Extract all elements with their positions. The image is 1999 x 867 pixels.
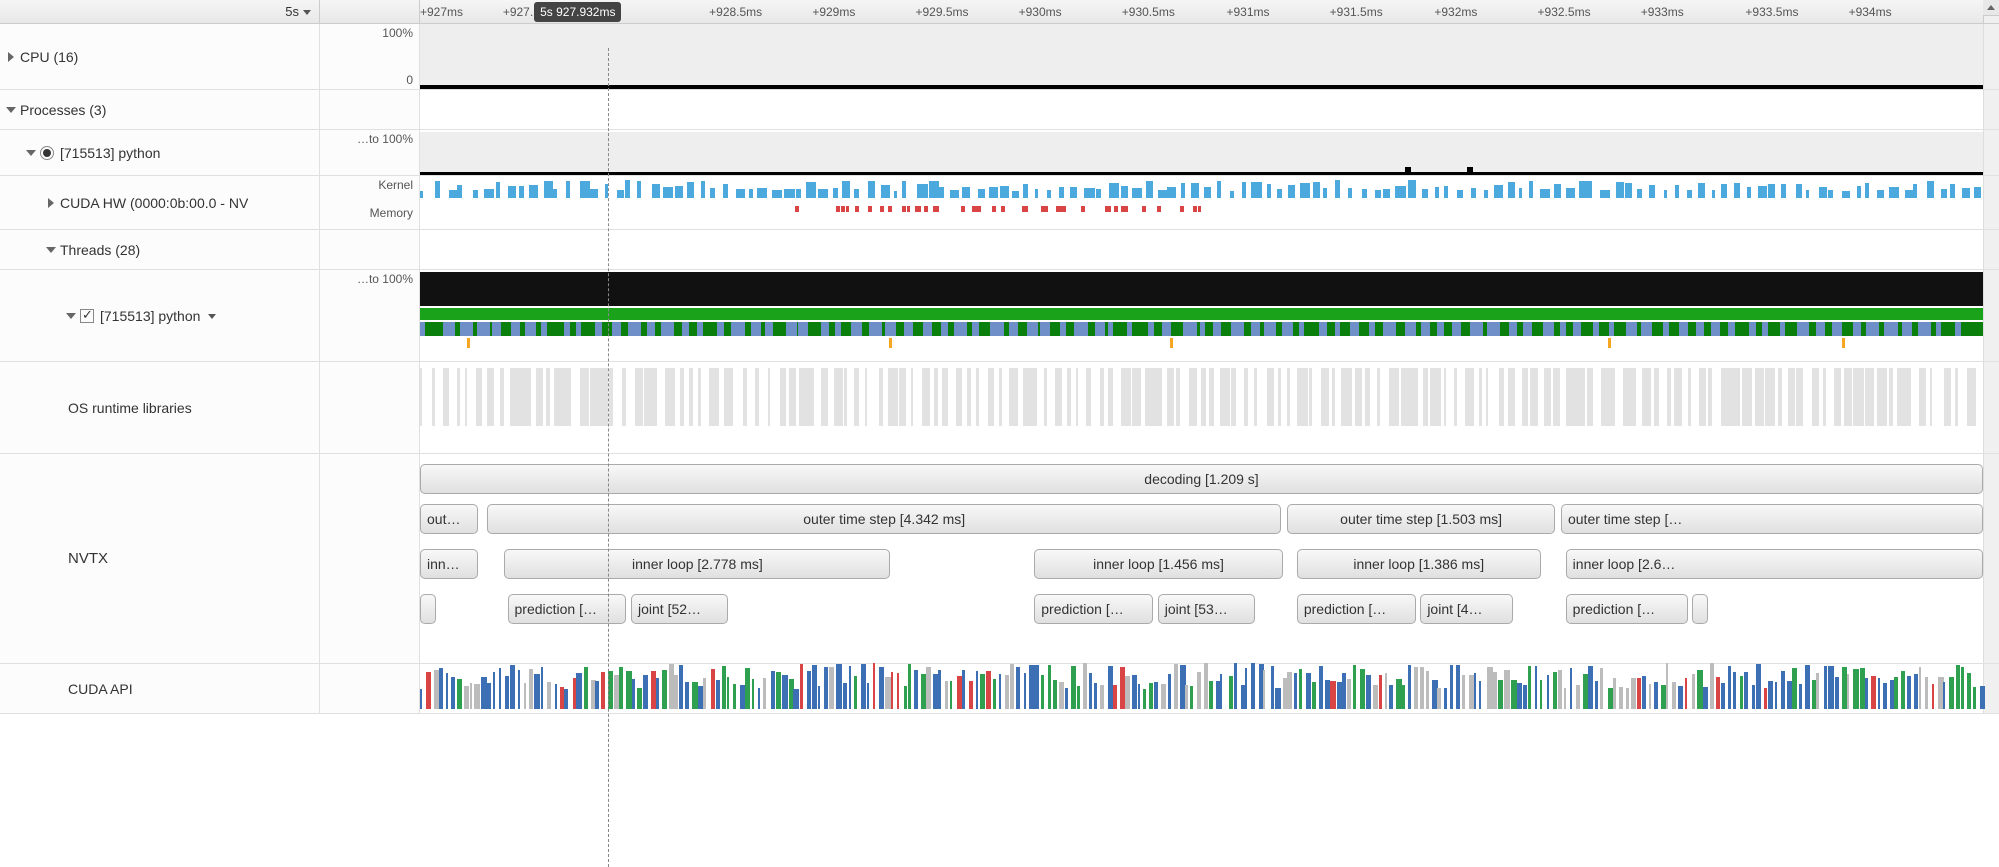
cuda-hw-graph[interactable]: [420, 176, 1983, 229]
nvtx-range[interactable]: [420, 594, 436, 624]
time-tick: +928.5ms: [709, 0, 762, 23]
nvtx-range[interactable]: joint [53…: [1158, 594, 1255, 624]
tree-threads[interactable]: Threads (28): [0, 230, 320, 269]
ruler-gap: [320, 0, 420, 23]
nvtx-range[interactable]: prediction […: [508, 594, 627, 624]
time-unit-label: 5s: [285, 4, 299, 19]
nvtx-timeline[interactable]: decoding [1.209 s] out… outer time step [4…: [420, 454, 1983, 663]
time-unit-dropdown[interactable]: 5s: [0, 0, 320, 23]
thread-axis: …to 100%: [320, 270, 420, 361]
os-runtime-graph[interactable]: [420, 362, 1983, 453]
chevron-right-icon: [48, 198, 54, 208]
nvtx-range[interactable]: prediction […: [1297, 594, 1416, 624]
chevron-down-icon: [299, 4, 311, 19]
cuda-api-graph[interactable]: [420, 664, 1983, 713]
nvtx-range[interactable]: outer time step [1.503 ms]: [1287, 504, 1554, 534]
tree-process-python[interactable]: [715513] python: [0, 130, 320, 175]
chevron-down-icon: [46, 247, 56, 253]
cpu-graph[interactable]: [420, 24, 1983, 89]
threads-spacer[interactable]: [420, 230, 1983, 269]
nvtx-range[interactable]: inn…: [420, 549, 478, 579]
time-tick: +927ms: [420, 0, 463, 23]
process-cpu-graph[interactable]: [420, 130, 1983, 175]
time-tick: +932.5ms: [1538, 0, 1591, 23]
time-ruler[interactable]: 5s 927.932ms +927ms+927.5ms+928.5ms+929m…: [420, 0, 1983, 23]
time-tick: +929.5ms: [915, 0, 968, 23]
cuda-hw-axis: Kernel Memory: [320, 176, 420, 229]
nvtx-range[interactable]: joint [52…: [631, 594, 728, 624]
tree-cpu[interactable]: CPU (16): [0, 24, 320, 89]
tree-cuda-hw[interactable]: CUDA HW (0000:0b:00.0 - NV: [0, 176, 320, 229]
nvtx-range[interactable]: outer time step [4.342 ms]: [487, 504, 1281, 534]
time-tick: +933.5ms: [1745, 0, 1798, 23]
time-tick: +933ms: [1641, 0, 1684, 23]
nvtx-range[interactable]: prediction […: [1034, 594, 1153, 624]
tree-cuda-api[interactable]: CUDA API: [0, 664, 320, 713]
nvtx-range[interactable]: joint [4…: [1420, 594, 1512, 624]
tree-processes[interactable]: Processes (3): [0, 90, 320, 129]
nvtx-range[interactable]: out…: [420, 504, 478, 534]
time-tick: +931ms: [1227, 0, 1270, 23]
tree-os-runtime[interactable]: OS runtime libraries: [0, 362, 320, 453]
chevron-down-icon: [26, 150, 36, 156]
nvtx-range[interactable]: prediction […: [1566, 594, 1688, 624]
time-tick: +932ms: [1434, 0, 1477, 23]
thread-graph[interactable]: [420, 270, 1983, 361]
cpu-axis: 100% 0: [320, 24, 420, 89]
scroll-up-arrow-icon[interactable]: [1983, 0, 1999, 16]
time-tick: +931.5ms: [1330, 0, 1383, 23]
nvtx-range[interactable]: [1692, 594, 1708, 624]
nvtx-range[interactable]: inner loop [2.6…: [1566, 549, 1983, 579]
chevron-down-icon: [66, 313, 76, 319]
nvtx-range[interactable]: inner loop [1.456 ms]: [1034, 549, 1283, 579]
nvtx-range[interactable]: inner loop [2.778 ms]: [504, 549, 890, 579]
radio-selected-icon[interactable]: [40, 146, 54, 160]
time-tick: +929ms: [812, 0, 855, 23]
tree-thread-python[interactable]: [715513] python: [0, 270, 320, 361]
nvtx-range[interactable]: inner loop [1.386 ms]: [1297, 549, 1541, 579]
scrollbar-track[interactable]: [1983, 0, 1999, 23]
chevron-down-icon: [6, 107, 16, 113]
time-tick: +930.5ms: [1122, 0, 1175, 23]
cursor-time-badge: 5s 927.932ms: [534, 2, 621, 22]
checkbox-checked-icon[interactable]: [80, 309, 94, 323]
tree-nvtx[interactable]: NVTX: [0, 454, 320, 663]
time-tick: +930ms: [1019, 0, 1062, 23]
process-axis: …to 100%: [320, 130, 420, 175]
time-tick: +934ms: [1849, 0, 1892, 23]
chevron-down-icon[interactable]: [204, 308, 216, 324]
nvtx-range[interactable]: decoding [1.209 s]: [420, 464, 1983, 494]
chevron-right-icon: [8, 52, 14, 62]
nvtx-range[interactable]: outer time step […: [1561, 504, 1983, 534]
processes-graph[interactable]: [420, 90, 1983, 126]
